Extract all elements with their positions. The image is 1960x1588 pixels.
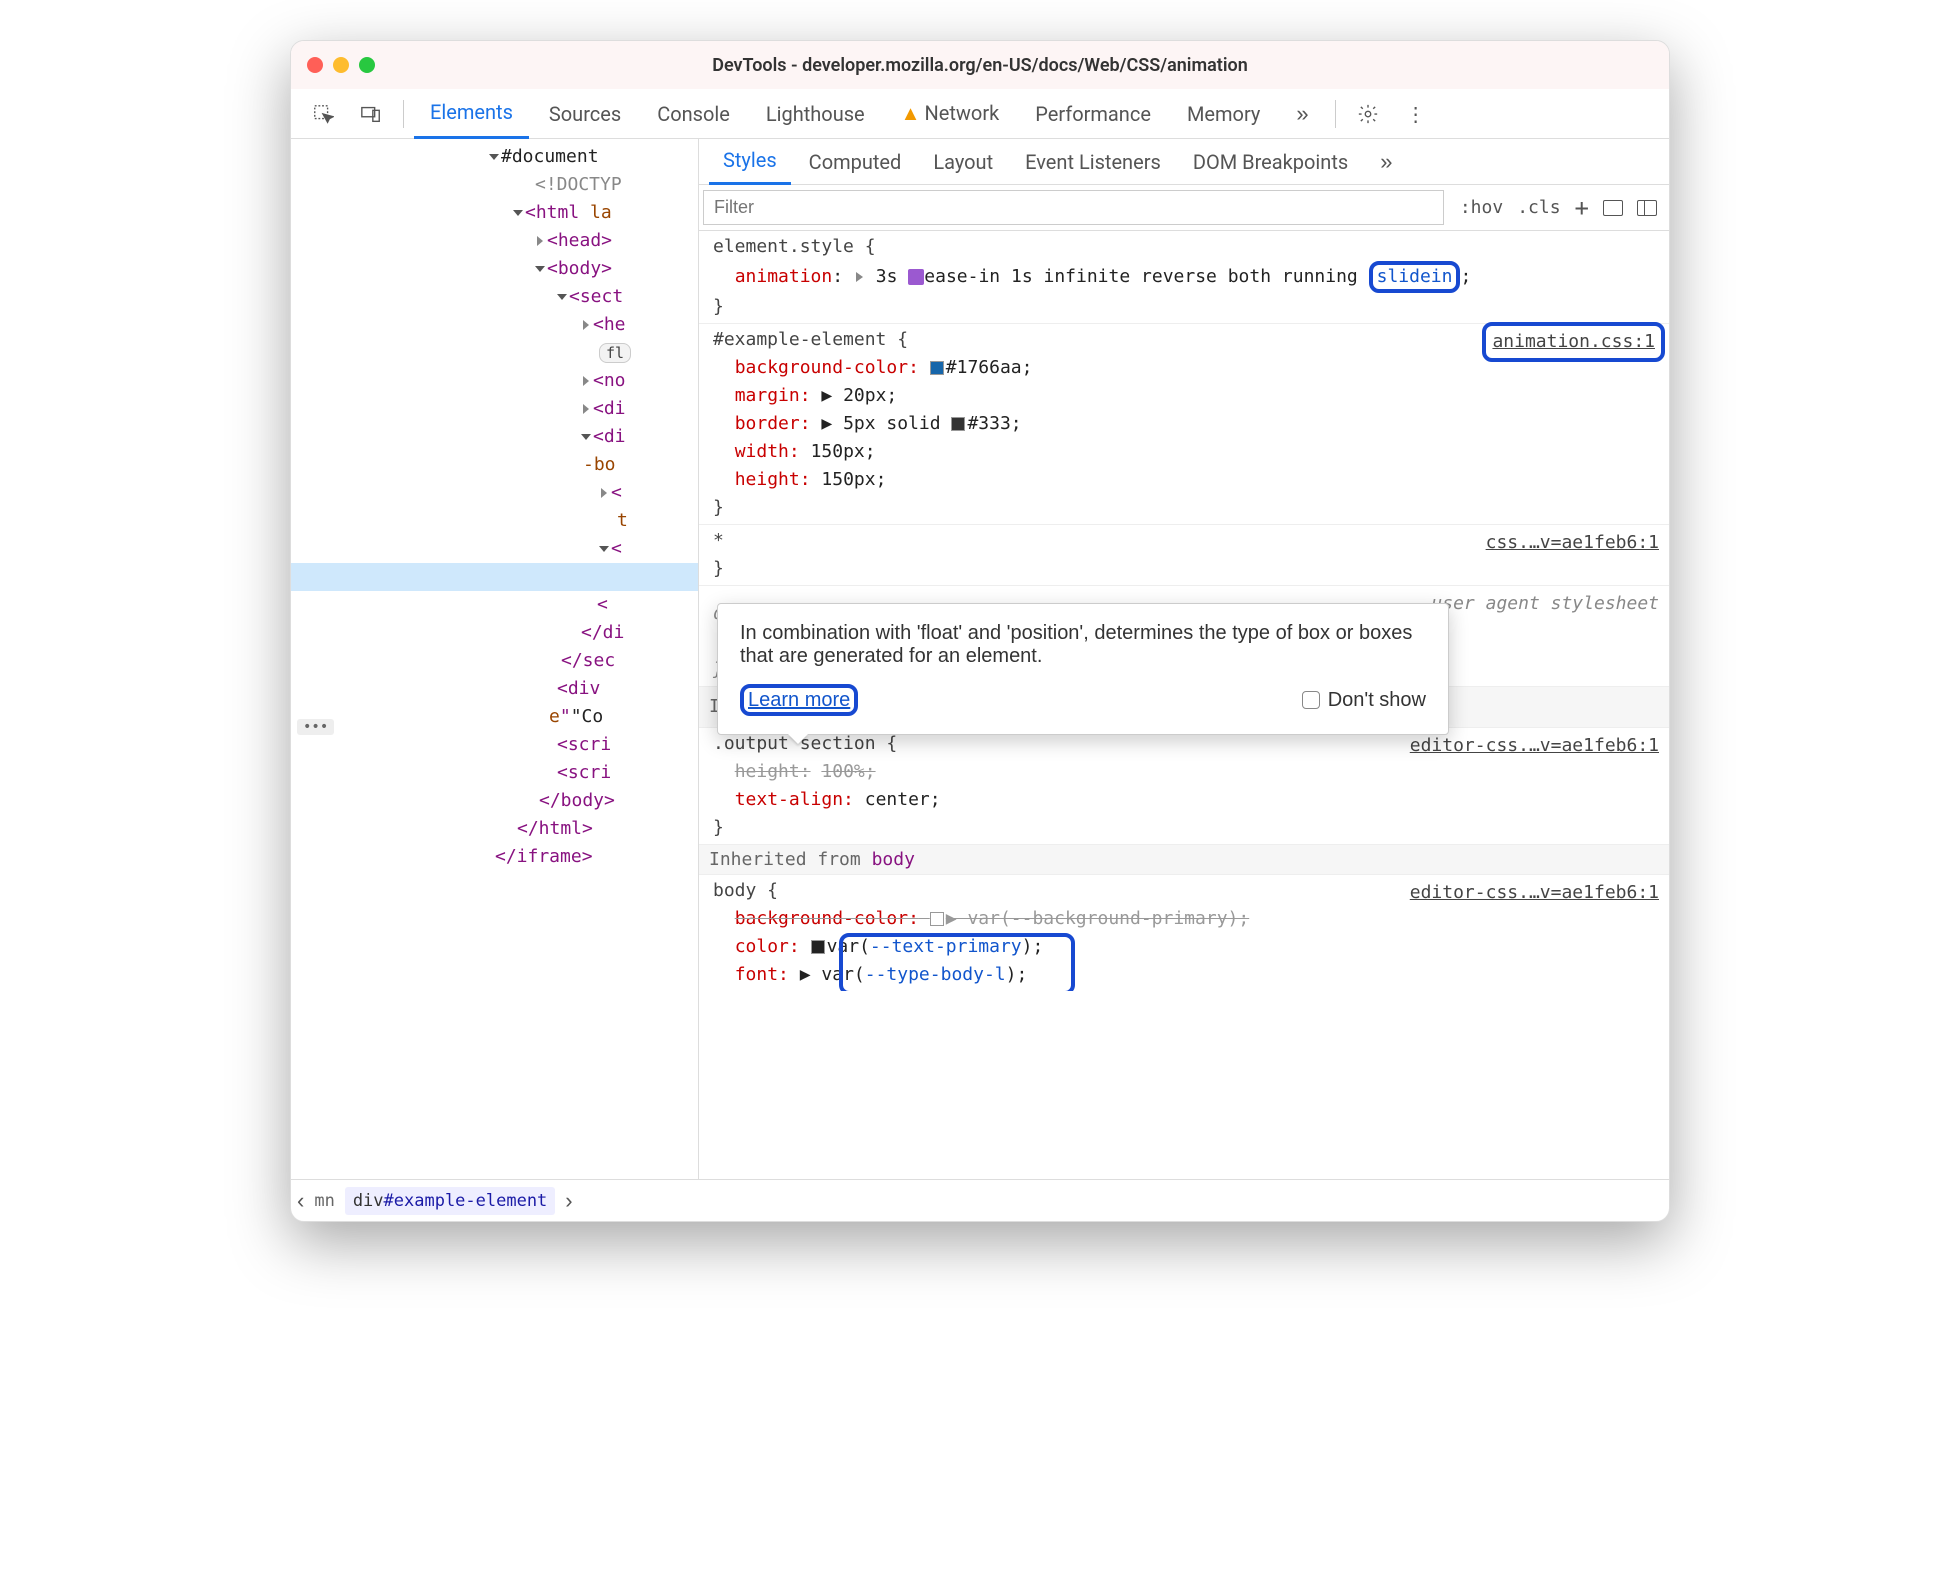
- dont-show-label: Don't show: [1328, 689, 1426, 711]
- device-icon[interactable]: [357, 100, 385, 128]
- window-title: DevTools - developer.mozilla.org/en-US/d…: [291, 55, 1669, 76]
- crumb-prev[interactable]: ‹: [297, 1188, 304, 1214]
- cls-button[interactable]: .cls: [1517, 197, 1560, 218]
- gear-icon[interactable]: [1354, 100, 1382, 128]
- warning-icon: ▲: [901, 101, 921, 125]
- inherited-body: Inherited from body: [699, 845, 1669, 875]
- dom-tree-panel: #document <!DOCTYP <html la <head> <body…: [291, 139, 699, 1179]
- animation-name-link[interactable]: slidein: [1377, 266, 1453, 287]
- tooltip-popover: In combination with 'float' and 'positio…: [717, 603, 1449, 735]
- subtabs-overflow[interactable]: »: [1366, 139, 1406, 185]
- styles-subtabs: Styles Computed Layout Event Listeners D…: [699, 139, 1669, 185]
- hov-button[interactable]: :hov: [1460, 197, 1503, 218]
- dom-tree[interactable]: #document <!DOCTYP <html la <head> <body…: [291, 139, 698, 871]
- source-link[interactable]: editor-css.…v=ae1feb6:1: [1410, 879, 1659, 907]
- tab-sources[interactable]: Sources: [533, 90, 637, 138]
- source-link[interactable]: editor-css.…v=ae1feb6:1: [1410, 732, 1659, 760]
- subtab-layout[interactable]: Layout: [919, 140, 1007, 184]
- tab-network[interactable]: ▲Network: [885, 89, 1016, 138]
- crumb-item[interactable]: mn: [314, 1191, 334, 1211]
- ellipsis-gutter: •••: [297, 719, 334, 735]
- subtab-styles[interactable]: Styles: [709, 138, 791, 185]
- rule-star[interactable]: * css.…v=ae1feb6:1 }: [699, 525, 1669, 586]
- rule-example-element[interactable]: animation.css:1 #example-element { backg…: [699, 324, 1669, 525]
- tab-console[interactable]: Console: [641, 90, 746, 138]
- subtab-computed[interactable]: Computed: [795, 140, 916, 184]
- crumb-current[interactable]: div#example-element: [345, 1187, 555, 1215]
- window-chrome: DevTools - developer.mozilla.org/en-US/d…: [291, 41, 1669, 89]
- crumb-next[interactable]: ›: [565, 1188, 572, 1214]
- kebab-icon[interactable]: ⋮: [1402, 100, 1430, 128]
- styles-panel: Styles Computed Layout Event Listeners D…: [699, 139, 1669, 1179]
- inspect-icon[interactable]: [309, 100, 337, 128]
- ua-label: user agent stylesheet: [1431, 590, 1659, 618]
- learn-more-link[interactable]: Learn more: [748, 689, 850, 711]
- filter-input[interactable]: [703, 190, 1444, 225]
- breadcrumb[interactable]: ‹ mn div#example-element ›: [291, 1179, 1669, 1221]
- tooltip-text: In combination with 'float' and 'positio…: [740, 622, 1426, 668]
- rendering-icon[interactable]: [1603, 200, 1623, 216]
- subtab-dom-breakpoints[interactable]: DOM Breakpoints: [1179, 140, 1362, 184]
- rule-output-section[interactable]: .output section { editor-css.…v=ae1feb6:…: [699, 728, 1669, 845]
- dont-show-checkbox[interactable]: [1302, 691, 1320, 709]
- new-rule-button[interactable]: +: [1575, 194, 1589, 222]
- rule-element-style[interactable]: element.style { animation: 3s ease-in 1s…: [699, 231, 1669, 324]
- source-link[interactable]: animation.css:1: [1492, 331, 1655, 352]
- source-link[interactable]: css.…v=ae1feb6:1: [1486, 529, 1659, 557]
- tabs-overflow[interactable]: »: [1280, 89, 1324, 139]
- tab-memory[interactable]: Memory: [1171, 90, 1276, 138]
- sidebar-toggle-icon[interactable]: [1637, 200, 1657, 216]
- main-tabs: Elements Sources Console Lighthouse ▲Net…: [291, 89, 1669, 139]
- subtab-event-listeners[interactable]: Event Listeners: [1011, 140, 1175, 184]
- tab-lighthouse[interactable]: Lighthouse: [750, 90, 881, 138]
- tab-elements[interactable]: Elements: [414, 88, 529, 139]
- rule-body[interactable]: body { editor-css.…v=ae1feb6:1 backgroun…: [699, 875, 1669, 991]
- styles-filter-bar: :hov .cls +: [699, 185, 1669, 231]
- tab-performance[interactable]: Performance: [1019, 90, 1167, 138]
